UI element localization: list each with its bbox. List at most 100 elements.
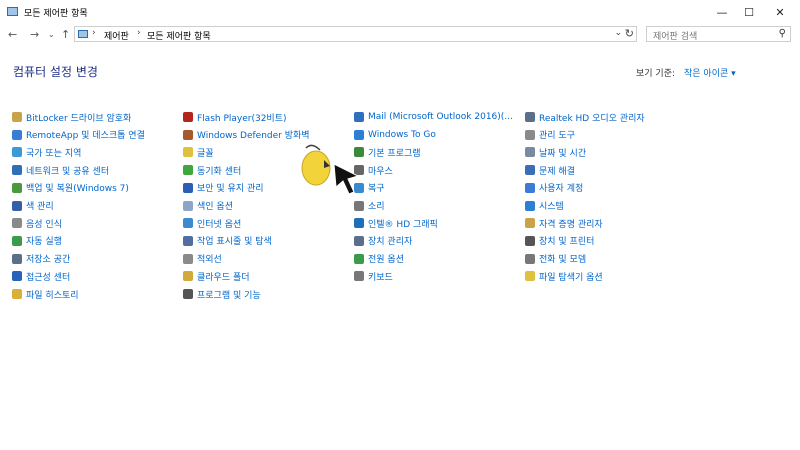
window-title: 모든 제어판 항목	[24, 9, 88, 19]
control-panel-item-label[interactable]: 날짜 및 시간	[539, 146, 586, 159]
control-panel-item[interactable]: 보안 및 유지 관리	[183, 181, 264, 195]
control-panel-item[interactable]: 파일 히스토리	[12, 287, 79, 301]
control-panel-item-label[interactable]: 자동 실행	[26, 234, 62, 247]
control-panel-item[interactable]: 날짜 및 시간	[525, 145, 586, 159]
control-panel-item-label[interactable]: 음성 인식	[26, 217, 62, 230]
control-panel-item-label[interactable]: 파일 탐색기 옵션	[539, 270, 603, 283]
control-panel-item[interactable]: 네트워크 및 공유 센터	[12, 163, 109, 177]
control-panel-item-label[interactable]: 국가 또는 지역	[26, 146, 81, 159]
control-panel-item-label[interactable]: 백업 및 복원(Windows 7)	[26, 181, 129, 194]
control-panel-item[interactable]: Mail (Microsoft Outlook 2016)(...	[354, 110, 513, 124]
control-panel-item[interactable]: 음성 인식	[12, 216, 62, 230]
control-panel-item[interactable]: 인텔® HD 그래픽	[354, 216, 438, 230]
control-panel-item-label[interactable]: 클라우드 폴더	[197, 270, 250, 283]
chevron-down-icon[interactable]: ⌄	[614, 28, 622, 38]
control-panel-item-label[interactable]: 전화 및 모뎀	[539, 252, 586, 265]
control-panel-item[interactable]: 사용자 계정	[525, 181, 583, 195]
control-panel-item-label[interactable]: 파일 히스토리	[26, 288, 79, 301]
control-panel-item-label[interactable]: 동기화 센터	[197, 164, 241, 177]
control-panel-item[interactable]: 저장소 공간	[12, 252, 70, 266]
address-bar[interactable]: › 제어판 › 모든 제어판 항목 ⌄ ↻	[74, 26, 637, 42]
close-button[interactable]: ✕	[764, 0, 796, 24]
control-panel-item-label[interactable]: 전원 옵션	[368, 252, 404, 265]
control-panel-item[interactable]: Realtek HD 오디오 관리자	[525, 110, 645, 124]
control-panel-item-label[interactable]: 네트워크 및 공유 센터	[26, 164, 109, 177]
control-panel-item[interactable]: RemoteApp 및 데스크톱 연결	[12, 128, 145, 142]
indexing-icon	[183, 200, 193, 211]
up-arrow-icon[interactable]: ↑	[61, 28, 70, 41]
infrared-icon	[183, 253, 193, 264]
control-panel-item[interactable]: 인터넷 옵션	[183, 216, 241, 230]
control-panel-item-label[interactable]: 장치 및 프린터	[539, 234, 594, 247]
maximize-button[interactable]: ☐	[733, 0, 765, 24]
control-panel-item-label[interactable]: Realtek HD 오디오 관리자	[539, 111, 645, 124]
control-panel-item[interactable]: Windows Defender 방화벽	[183, 128, 310, 142]
control-panel-item-label[interactable]: 글꼴	[197, 146, 214, 159]
control-panel-item-label[interactable]: Flash Player(32비트)	[197, 111, 287, 124]
control-panel-item[interactable]: 자동 실행	[12, 234, 62, 248]
control-panel-item-label[interactable]: 적외선	[197, 252, 222, 265]
control-panel-item[interactable]: 파일 탐색기 옵션	[525, 269, 603, 283]
control-panel-item[interactable]: 장치 관리자	[354, 234, 412, 248]
control-panel-item[interactable]: 작업 표시줄 및 탐색	[183, 234, 272, 248]
control-panel-item-label[interactable]: 작업 표시줄 및 탐색	[197, 234, 272, 247]
control-panel-item[interactable]: 글꼴	[183, 145, 214, 159]
control-panel-item[interactable]: 클라우드 폴더	[183, 269, 250, 283]
control-panel-item-label[interactable]: 인터넷 옵션	[197, 217, 241, 230]
control-panel-item-label[interactable]: 저장소 공간	[26, 252, 70, 265]
view-by-dropdown[interactable]: 작은 아이콘 ▾	[684, 66, 736, 79]
control-panel-item[interactable]: 백업 및 복원(Windows 7)	[12, 181, 129, 195]
control-panel-item[interactable]: 전원 옵션	[354, 252, 404, 266]
control-panel-item[interactable]: 자격 증명 관리자	[525, 216, 603, 230]
control-panel-item-label[interactable]: 장치 관리자	[368, 234, 412, 247]
control-panel-item-label[interactable]: 키보드	[368, 270, 393, 283]
search-box[interactable]: 제어판 검색 ⚲	[646, 26, 791, 42]
control-panel-item-label[interactable]: 시스템	[539, 199, 564, 212]
control-panel-item[interactable]: 프로그램 및 기능	[183, 287, 261, 301]
back-arrow-icon[interactable]: ←	[8, 28, 17, 41]
search-icon[interactable]: ⚲	[779, 28, 786, 39]
control-panel-item-label[interactable]: 색인 옵션	[197, 199, 233, 212]
breadcrumb-all-items[interactable]: 모든 제어판 항목	[147, 29, 211, 42]
breadcrumb-separator-icon[interactable]: ›	[92, 28, 96, 38]
control-panel-item-label[interactable]: 접근성 센터	[26, 270, 70, 283]
breadcrumb-separator-icon[interactable]: ›	[137, 28, 141, 38]
control-panel-item-label[interactable]: RemoteApp 및 데스크톱 연결	[26, 128, 145, 141]
control-panel-item[interactable]: BitLocker 드라이브 암호화	[12, 110, 131, 124]
control-panel-item[interactable]: 접근성 센터	[12, 269, 70, 283]
forward-arrow-icon[interactable]: →	[30, 28, 39, 41]
control-panel-item-label[interactable]: 자격 증명 관리자	[539, 217, 603, 230]
control-panel-item[interactable]: 문제 해결	[525, 163, 575, 177]
control-panel-item[interactable]: 소리	[354, 199, 385, 213]
control-panel-item-label[interactable]: Mail (Microsoft Outlook 2016)(...	[368, 112, 513, 122]
control-panel-item-label[interactable]: 사용자 계정	[539, 181, 583, 194]
control-panel-item[interactable]: 키보드	[354, 269, 393, 283]
control-panel-item[interactable]: Flash Player(32비트)	[183, 110, 287, 124]
control-panel-item[interactable]: 색 관리	[12, 199, 54, 213]
power-options-icon	[354, 253, 364, 264]
globe-icon	[12, 147, 22, 158]
refresh-icon[interactable]: ↻	[625, 27, 634, 40]
control-panel-item-label[interactable]: 색 관리	[26, 199, 54, 212]
control-panel-item-label[interactable]: 보안 및 유지 관리	[197, 181, 264, 194]
control-panel-item-label[interactable]: 인텔® HD 그래픽	[368, 217, 438, 230]
control-panel-item[interactable]: 국가 또는 지역	[12, 145, 81, 159]
control-panel-item[interactable]: 시스템	[525, 199, 564, 213]
control-panel-item[interactable]: 적외선	[183, 252, 222, 266]
control-panel-item[interactable]: 장치 및 프린터	[525, 234, 594, 248]
recent-locations-icon[interactable]: ⌄	[48, 30, 55, 39]
control-panel-item[interactable]: 색인 옵션	[183, 199, 233, 213]
control-panel-item-label[interactable]: 문제 해결	[539, 164, 575, 177]
control-panel-item[interactable]: 동기화 센터	[183, 163, 241, 177]
control-panel-item-label[interactable]: 프로그램 및 기능	[197, 288, 261, 301]
control-panel-item-label[interactable]: Windows To Go	[368, 130, 436, 140]
breadcrumb-control-panel[interactable]: 제어판	[104, 29, 129, 42]
search-input[interactable]: 제어판 검색	[653, 29, 697, 42]
control-panel-item-label[interactable]: 관리 도구	[539, 128, 575, 141]
control-panel-item[interactable]: 전화 및 모뎀	[525, 252, 586, 266]
control-panel-item-label[interactable]: 소리	[368, 199, 385, 212]
control-panel-item-label[interactable]: BitLocker 드라이브 암호화	[26, 111, 131, 124]
control-panel-item[interactable]: 관리 도구	[525, 128, 575, 142]
control-panel-item-label[interactable]: 기본 프로그램	[368, 146, 421, 159]
control-panel-item-label[interactable]: Windows Defender 방화벽	[197, 128, 310, 141]
